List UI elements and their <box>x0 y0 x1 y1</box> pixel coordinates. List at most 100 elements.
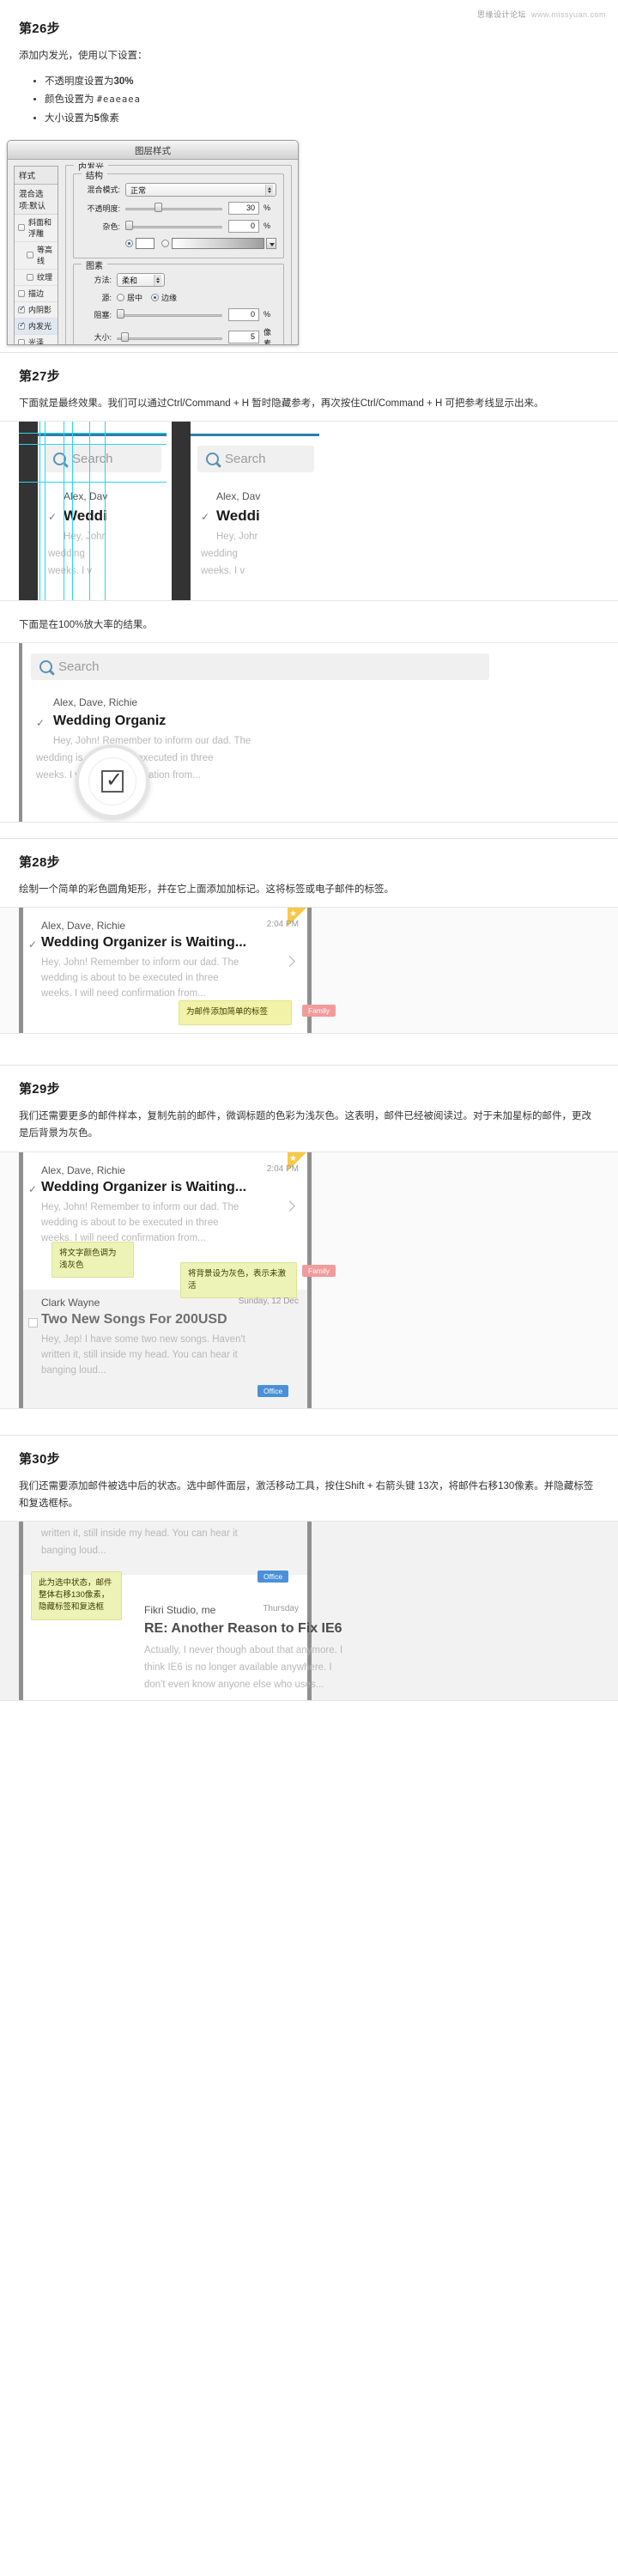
bullet-opacity-text: 不透明度设置为 <box>45 76 114 88</box>
search-placeholder: Search <box>58 659 100 675</box>
method-select[interactable]: 柔和 <box>117 272 165 287</box>
style-item-label: 描边 <box>28 289 45 299</box>
slider-thumb[interactable] <box>154 203 162 213</box>
panel-without-guides: Search Alex, Dav Weddi ✓ Hey, Johr weddi… <box>172 422 319 601</box>
noise-input[interactable]: 0 <box>228 219 259 233</box>
opacity-label: 不透明度: <box>87 204 120 213</box>
radio-gradient-icon[interactable] <box>161 239 169 247</box>
checkbox-icon[interactable] <box>18 338 25 344</box>
search-box-zoomed[interactable]: Search <box>31 653 489 681</box>
search-box-right[interactable]: Search <box>197 446 314 473</box>
mail-snippet-l1: Hey, Johr <box>216 532 258 543</box>
zoom-detail-shot: Search Alex, Dave, Richie ✓ Wedding Orga… <box>0 642 618 823</box>
slider-thumb[interactable] <box>125 221 133 231</box>
slider-thumb[interactable] <box>120 331 129 342</box>
opacity-slider[interactable] <box>125 202 222 214</box>
method-row: 方法: 柔和 <box>81 272 276 287</box>
mail-names: Alex, Dave, Richie <box>41 920 126 933</box>
mail-snippet-cut-l1: written it, still inside my head. You ca… <box>41 1528 238 1539</box>
bullet-color: 颜色设置为 #eaeaea <box>45 91 599 109</box>
source-row: 源: 居中 边缘 <box>81 292 276 303</box>
guide-horizontal <box>19 482 167 483</box>
size-slider[interactable] <box>117 331 222 343</box>
radio-edge-icon[interactable] <box>151 293 160 301</box>
checkbox-icon[interactable] <box>28 1317 38 1327</box>
checkbox-icon[interactable] <box>18 289 25 297</box>
section-step30: 第30步 我们还需要添加邮件被选中后的状态。选中邮件面层，激活移动工具，按住Sh… <box>0 1449 618 1512</box>
style-item-bevel[interactable]: 斜面和浮雕 <box>15 214 58 242</box>
glow-color-swatch[interactable] <box>136 237 154 249</box>
elements-legend: 图素 <box>82 258 107 271</box>
accent-topline <box>191 434 319 437</box>
style-item-texture[interactable]: 纹理 <box>15 269 58 286</box>
search-placeholder: Search <box>72 452 113 467</box>
source-center-label: 居中 <box>127 293 143 302</box>
style-item-satin[interactable]: 光泽 <box>15 334 58 344</box>
styles-panel: 样式 混合选项:默认 斜面和浮雕 等高线 纹理 描边 ✓ 内阴影 ✓ 内发光 光… <box>8 160 62 344</box>
check-icon[interactable]: ✓ <box>28 1183 37 1195</box>
mail-time: 2:04 PM <box>266 920 299 930</box>
mail-names-3: Fikri Studio, me <box>144 1603 216 1616</box>
checkbox-checked-icon <box>101 768 124 793</box>
radio-color-icon[interactable] <box>125 239 133 247</box>
glow-gradient-bar[interactable] <box>172 237 264 249</box>
mail-time-2: Sunday, 12 Dec <box>238 1296 299 1306</box>
search-input[interactable]: Search <box>45 446 161 473</box>
choke-slider[interactable] <box>117 308 222 320</box>
chevron-down-icon[interactable] <box>266 237 276 249</box>
style-item-stroke[interactable]: 描边 <box>15 285 58 302</box>
checkbox-icon[interactable] <box>27 252 33 259</box>
label-chip-family: Family <box>302 1264 336 1277</box>
chevron-updown-icon <box>265 184 273 196</box>
choke-input[interactable]: 0 <box>228 307 259 321</box>
mail-snippet-l2: wedding <box>201 549 238 560</box>
label-chip-office: Office <box>258 1570 289 1583</box>
search-input[interactable]: Search <box>197 446 314 473</box>
dialog-titlebar: 图层样式 <box>8 140 298 160</box>
checkbox-icon[interactable] <box>18 304 26 313</box>
noise-slider[interactable] <box>125 220 222 232</box>
style-item-contour[interactable]: 等高线 <box>15 241 58 270</box>
bullet-size-unit: 像素 <box>99 112 119 124</box>
opacity-unit: % <box>264 204 271 213</box>
checkbox-icon[interactable] <box>27 273 33 281</box>
radio-center-icon[interactable] <box>117 293 124 301</box>
blend-mode-select[interactable]: 正常 <box>125 182 276 197</box>
callout-bg-color-note: 将背景设为灰色，表示未激活 <box>180 1261 297 1299</box>
styles-listbox[interactable]: 样式 混合选项:默认 斜面和浮雕 等高线 纹理 描边 ✓ 内阴影 ✓ 内发光 光… <box>14 165 58 344</box>
zoom-magnifier <box>76 744 149 819</box>
mail-subject: Wedding Organizer is Waiting... <box>41 935 247 951</box>
step29-title: 第29步 <box>19 1082 60 1097</box>
callout-label-note: 为邮件添加简单的标签 <box>179 1000 292 1025</box>
size-label: 大小: <box>94 333 112 343</box>
guide-vertical <box>89 422 90 601</box>
mail-subject: Wedding Organizer is Waiting... <box>41 1179 247 1194</box>
check-icon[interactable]: ✓ <box>28 939 37 951</box>
edge-strip <box>19 643 22 823</box>
callout-text-color-note: 将文字颜色调为 浅灰色 <box>52 1241 134 1279</box>
size-unit: 像素 <box>264 327 272 345</box>
checkbox-unchecked[interactable] <box>28 1316 38 1332</box>
layer-style-dialog[interactable]: 图层样式 样式 混合选项:默认 斜面和浮雕 等高线 纹理 描边 ✓ 内阴影 ✓ … <box>7 139 299 345</box>
mail-snippet-l1: Hey, John! Remember to inform our dad. T… <box>41 1201 239 1212</box>
size-input[interactable]: 5 <box>228 331 259 344</box>
slider-thumb[interactable] <box>117 309 124 319</box>
watermark-site: 思缘设计论坛 <box>476 10 526 19</box>
step27-title: 第27步 <box>19 368 60 384</box>
search-box-left[interactable]: Search <box>45 446 161 473</box>
guide-vertical <box>39 422 40 601</box>
check-icon[interactable]: ✓ <box>201 511 209 523</box>
style-item-inner-glow[interactable]: 内发光 <box>15 318 58 335</box>
mail-snippet3-l1: Actually, I never though about that anym… <box>144 1644 343 1656</box>
blending-options-row[interactable]: 混合选项:默认 <box>15 184 58 215</box>
check-icon[interactable]: ✓ <box>48 511 57 523</box>
checkbox-icon[interactable] <box>18 320 26 330</box>
opacity-input[interactable]: 30 <box>228 201 259 215</box>
style-item-label: 等高线 <box>37 246 53 266</box>
sidebar-dark <box>172 422 191 601</box>
check-icon[interactable]: ✓ <box>36 717 45 729</box>
style-item-inner-shadow[interactable]: 内阴影 <box>15 301 58 319</box>
checkbox-icon[interactable] <box>18 224 25 232</box>
noise-unit: % <box>264 222 271 231</box>
search-input[interactable]: Search <box>31 653 489 681</box>
